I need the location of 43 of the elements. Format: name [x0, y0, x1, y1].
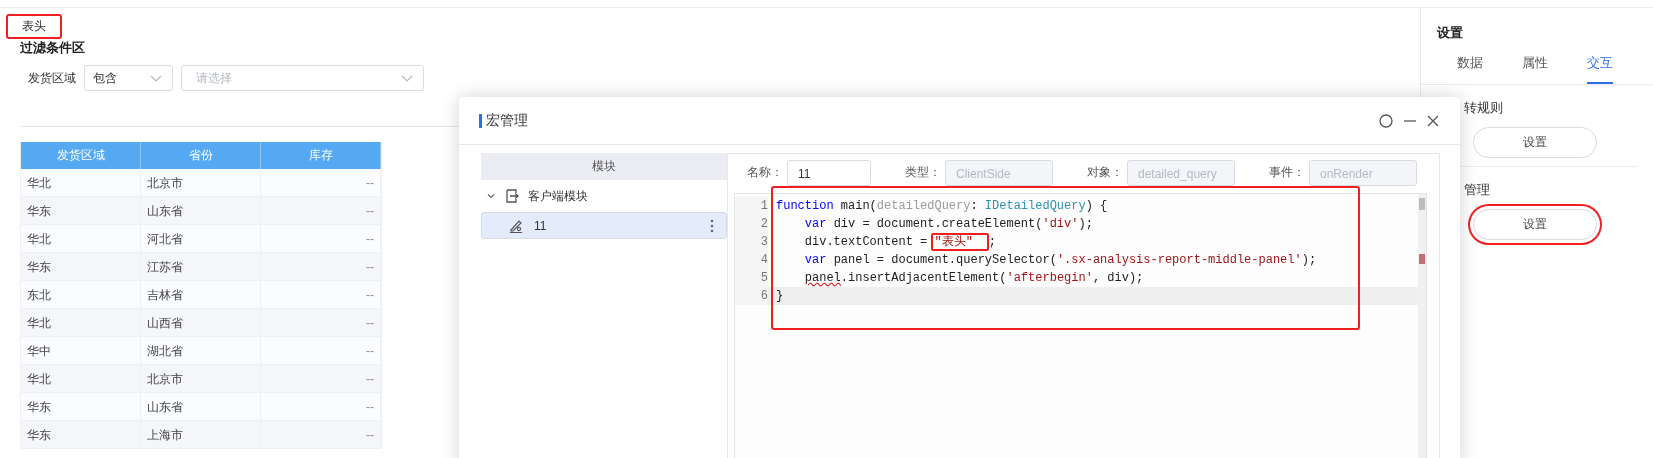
tab[interactable]: 属性	[1522, 54, 1548, 84]
table-cell: 华东	[21, 421, 141, 449]
line-number: 2	[735, 215, 768, 233]
line-number: 4	[735, 251, 768, 269]
module-header: 模块	[481, 153, 727, 180]
input-field[interactable]: 11	[787, 159, 871, 186]
table-cell: 上海市	[141, 421, 261, 449]
field-label: 事件：	[1269, 164, 1305, 181]
code-line: var div = document.createElement('div');	[803, 216, 1093, 233]
chevron-icon	[401, 74, 413, 82]
tree-item[interactable]: 11	[481, 212, 727, 239]
dialog-title: 宏管理	[486, 111, 528, 130]
code-line: panel.insertAdjacentElement('afterbegin', div);	[803, 270, 1144, 287]
line-number: 6	[735, 287, 768, 305]
line-number: 3	[735, 233, 768, 251]
operator-select[interactable]: 包含	[84, 65, 173, 91]
scrollbar[interactable]	[1418, 194, 1426, 458]
header-text: 表头	[6, 14, 62, 39]
refresh-icon[interactable]	[1378, 112, 1394, 129]
tree-item[interactable]: 客户端模块	[481, 180, 727, 212]
code-line: var panel = document.querySelector('.sx-analysis-report-middle-panel');	[803, 252, 1317, 269]
settings-button[interactable]: 设置	[1473, 127, 1597, 158]
chevron-icon[interactable]	[486, 191, 496, 201]
code-line: function main(detailedQuery: IDetailedQuery) {	[775, 198, 1108, 215]
filter-title: 过滤条件区	[20, 39, 86, 57]
filter-label: 发货区域	[28, 69, 76, 87]
chevron-icon	[150, 74, 162, 82]
line-number: 5	[735, 269, 768, 287]
field-label: 名称：	[747, 164, 783, 181]
line-number: 1	[735, 197, 768, 215]
tab[interactable]: 数据	[1457, 54, 1483, 84]
section-label: 转规则	[1463, 99, 1504, 117]
more-icon[interactable]	[710, 218, 714, 233]
code-line: }	[775, 288, 784, 305]
tab[interactable]: 交互	[1587, 54, 1613, 84]
panel-title: 设置	[1436, 24, 1464, 42]
field-label: 对象：	[1087, 164, 1123, 181]
code-line: div.textContent = "表头" ;	[803, 233, 997, 251]
table-cell: --	[261, 421, 381, 449]
module-icon	[504, 188, 520, 204]
section-label: 管理	[1463, 181, 1491, 199]
field-label: 类型：	[905, 164, 941, 181]
close-icon[interactable]	[1426, 113, 1440, 128]
